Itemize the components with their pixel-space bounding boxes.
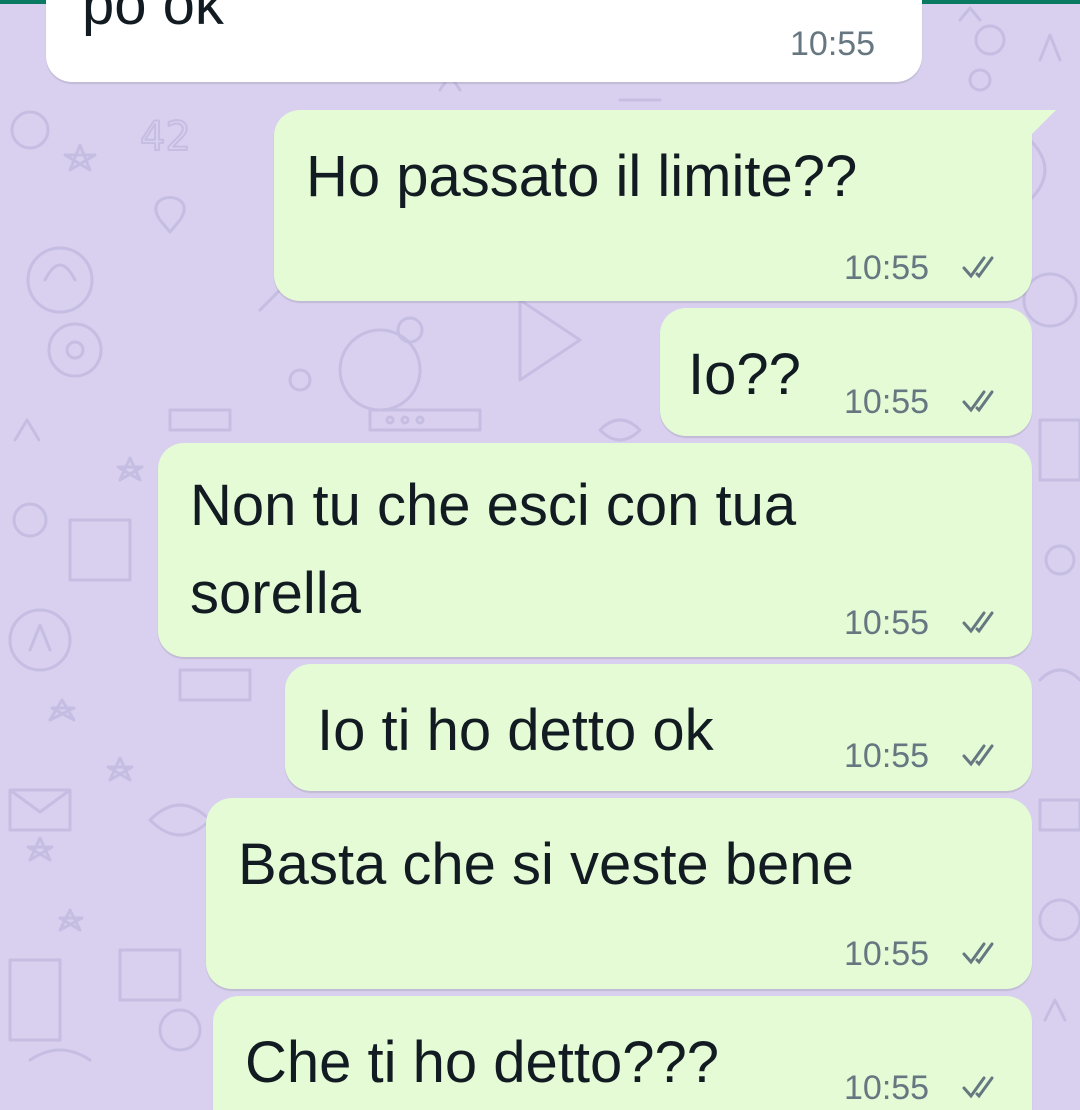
message-bubble-outgoing[interactable]: Basta che si veste bene 10:55 [206, 798, 1032, 989]
message-bubble-outgoing[interactable]: Che ti ho detto??? 10:55 [213, 996, 1032, 1110]
message-text-line-1: Non tu che esci con tua [190, 473, 797, 538]
message-bubble-outgoing[interactable]: Io ti ho detto ok 10:55 [285, 664, 1032, 791]
message-text: Ho passato il limite?? [306, 144, 858, 209]
read-double-check-icon [962, 744, 994, 767]
message-bubble-outgoing[interactable]: Non tu che esci con tua sorella 10:55 [158, 443, 1032, 657]
read-double-check-icon [962, 942, 994, 965]
message-text: Che ti ho detto??? [245, 1030, 720, 1095]
message-text: Basta che si veste bene [238, 832, 854, 897]
message-bubble-incoming[interactable]: po ok 10:55 [46, 0, 922, 82]
message-timestamp: 10:55 [844, 249, 930, 287]
message-text: Io ti ho detto ok [317, 698, 714, 763]
message-bubble-outgoing[interactable]: Ho passato il limite?? 10:55 [274, 110, 1032, 301]
read-double-check-icon [962, 390, 994, 413]
message-timestamp: 10:55 [844, 737, 930, 775]
read-double-check-icon [962, 611, 994, 634]
chat-area[interactable]: 42 po ok 10:55 Ho passato il limite?? 10… [0, 0, 1080, 1110]
read-double-check-icon [962, 1076, 994, 1099]
message-timestamp: 10:55 [790, 25, 876, 63]
message-timestamp: 10:55 [844, 383, 930, 421]
message-timestamp: 10:55 [844, 935, 930, 973]
svg-text:42: 42 [140, 114, 191, 160]
bubble-tail [1030, 110, 1056, 136]
message-text-line-2: sorella [190, 561, 361, 626]
message-bubble-outgoing[interactable]: Io?? 10:55 [660, 308, 1032, 436]
message-timestamp: 10:55 [844, 604, 930, 642]
read-double-check-icon [962, 256, 994, 279]
message-text: Io?? [688, 342, 801, 407]
message-timestamp: 10:55 [844, 1069, 930, 1107]
message-text: po ok [82, 0, 224, 37]
